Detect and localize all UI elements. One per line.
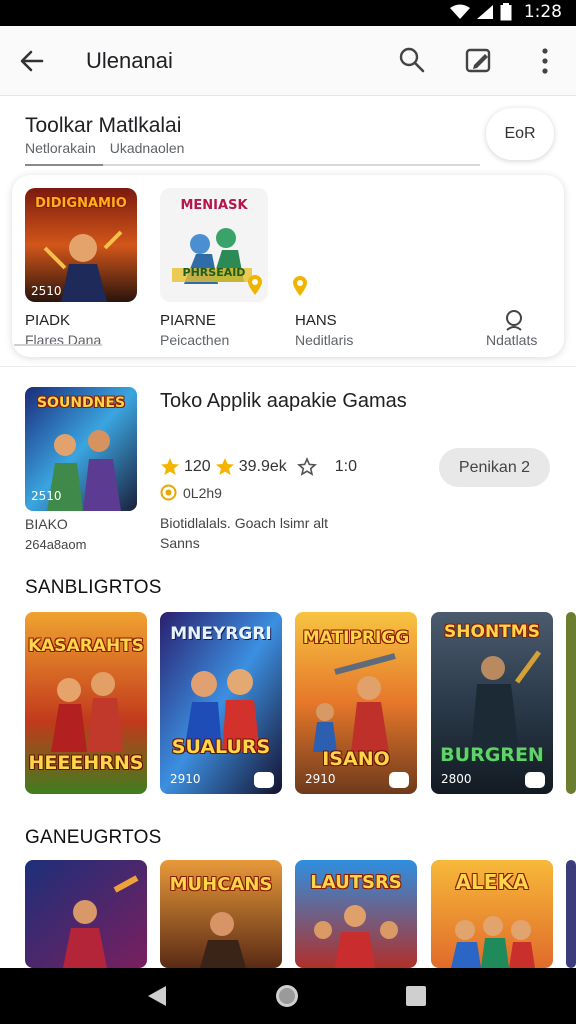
page-title: Ulenanai: [86, 48, 173, 73]
game-tile[interactable]: [25, 860, 147, 968]
detail-description-sub: Sanns: [160, 535, 200, 551]
tile-title: MNEYRGRI: [170, 624, 272, 644]
game-tile[interactable]: MNEYRGRI SUALURS 2910: [160, 612, 282, 794]
pin-icon: [293, 276, 307, 296]
tile-title: ALEKA: [455, 870, 529, 894]
featured-label-2: PIARNE: [160, 312, 216, 329]
featured-label-3: HANS: [295, 312, 337, 329]
rating-row: 120 39.9ek 1:0: [160, 457, 357, 477]
game-tile-peek[interactable]: [566, 612, 576, 794]
featured-sub-2: Peicacthen: [160, 332, 230, 348]
battery-icon: [500, 3, 512, 21]
rating-value: 120: [184, 458, 211, 475]
tile-title: MATIPRIGG: [302, 628, 410, 648]
tile-title: KASARAHTS: [27, 636, 145, 656]
detail-description: Biotidlalals. Goach lsimr alt: [160, 515, 329, 531]
game-tile[interactable]: MUHCANS: [160, 860, 282, 968]
game-tile[interactable]: SHONTMS BURGREN 2800: [431, 612, 553, 794]
section-tabs: Netlorakain Ukadnaolen: [25, 140, 184, 156]
thumb-badge: 2510: [31, 489, 62, 503]
status-time: 1:28: [523, 2, 562, 22]
pin-icon: [248, 275, 262, 295]
game-tile-peek[interactable]: [566, 860, 576, 968]
tile-title: LAUTSRS: [310, 872, 402, 893]
tile-chip: [525, 772, 545, 788]
tab-underline: [25, 164, 480, 166]
edit-icon[interactable]: [462, 44, 496, 78]
arrow-left-icon[interactable]: [14, 43, 50, 79]
thumb-title: MENIASK: [180, 198, 248, 213]
detail-thumb[interactable]: SOUNDNES 2510: [25, 387, 137, 511]
divider: [0, 366, 576, 367]
featured-thumb-1[interactable]: DIDIGNAMIO 2510: [25, 188, 137, 302]
card-underline: [14, 344, 102, 346]
featured-sub-4: Ndatlats: [486, 332, 538, 348]
tile-count: 2910: [305, 772, 336, 786]
featured-card: DIDIGNAMIO 2510 MENIASK PHRSEAID PIADK F…: [12, 175, 564, 357]
game-tile[interactable]: ALEKA: [431, 860, 553, 968]
coin-text: 0L2h9: [183, 484, 222, 501]
search-icon[interactable]: [396, 44, 428, 76]
detail-meta: BIAKO: [25, 516, 68, 532]
detail-meta-sub: 264a8aom: [25, 537, 87, 552]
install-button[interactable]: Penikan 2: [439, 448, 550, 487]
featured-label-1: PIADK: [25, 312, 71, 329]
nav-recents-icon[interactable]: [405, 985, 427, 1007]
status-icons: 1:28: [449, 2, 562, 22]
nav-home-icon[interactable]: [274, 983, 300, 1009]
tile-title: SHONTMS: [444, 622, 540, 642]
tile-subtitle: SUALURS: [171, 736, 271, 758]
nav-back-icon[interactable]: [146, 984, 168, 1008]
tab-first[interactable]: Netlorakain: [25, 140, 96, 156]
tile-count: 2800: [441, 772, 472, 786]
thumb-badge: 2510: [31, 284, 62, 298]
star-icon: [161, 458, 179, 475]
tab-second[interactable]: Ukadnaolen: [110, 140, 185, 156]
rating-count: 39.9ek: [238, 458, 287, 475]
profile-icon[interactable]: [502, 308, 526, 332]
section-heading: Toolkar Matlkalai: [25, 114, 182, 137]
tile-subtitle: ISANO: [322, 748, 390, 770]
system-nav-bar: [0, 968, 576, 1024]
featured-sub-3: Neditlaris: [295, 332, 354, 348]
signal-icon: [476, 5, 493, 19]
tile-subtitle: HEEEHRNS: [28, 752, 144, 774]
wifi-icon: [449, 4, 470, 19]
pill-button[interactable]: EoR: [486, 108, 554, 160]
app-title: Toko Applik aapakie Gamas: [160, 390, 407, 412]
tile-count: 2910: [170, 772, 201, 786]
tile-chip: [389, 772, 409, 788]
more-vert-icon[interactable]: [534, 44, 556, 78]
star-outline-icon: [296, 457, 317, 476]
game-tile[interactable]: LAUTSRS: [295, 860, 417, 968]
top-app-bar: Ulenanai: [0, 26, 576, 96]
tile-chip: [254, 772, 274, 788]
thumb-title: DIDIGNAMIO: [35, 196, 127, 211]
tile-subtitle: BURGREN: [440, 744, 544, 766]
star-icon: [215, 458, 234, 475]
thumb-title: SOUNDNES: [36, 395, 126, 411]
game-tile[interactable]: MATIPRIGG ISANO 2910: [295, 612, 417, 794]
coin-row: 0L2h9: [160, 484, 222, 501]
tile-title: MUHCANS: [169, 874, 273, 895]
row-heading-1: SANBLIGRTOS: [25, 577, 162, 598]
game-tile[interactable]: KASARAHTS HEEEHRNS: [25, 612, 147, 794]
row-heading-2: GANEUGRTOS: [25, 827, 162, 848]
coin-icon: [160, 484, 177, 501]
size-value: 1:0: [334, 458, 357, 475]
status-bar: 1:28: [0, 0, 576, 26]
